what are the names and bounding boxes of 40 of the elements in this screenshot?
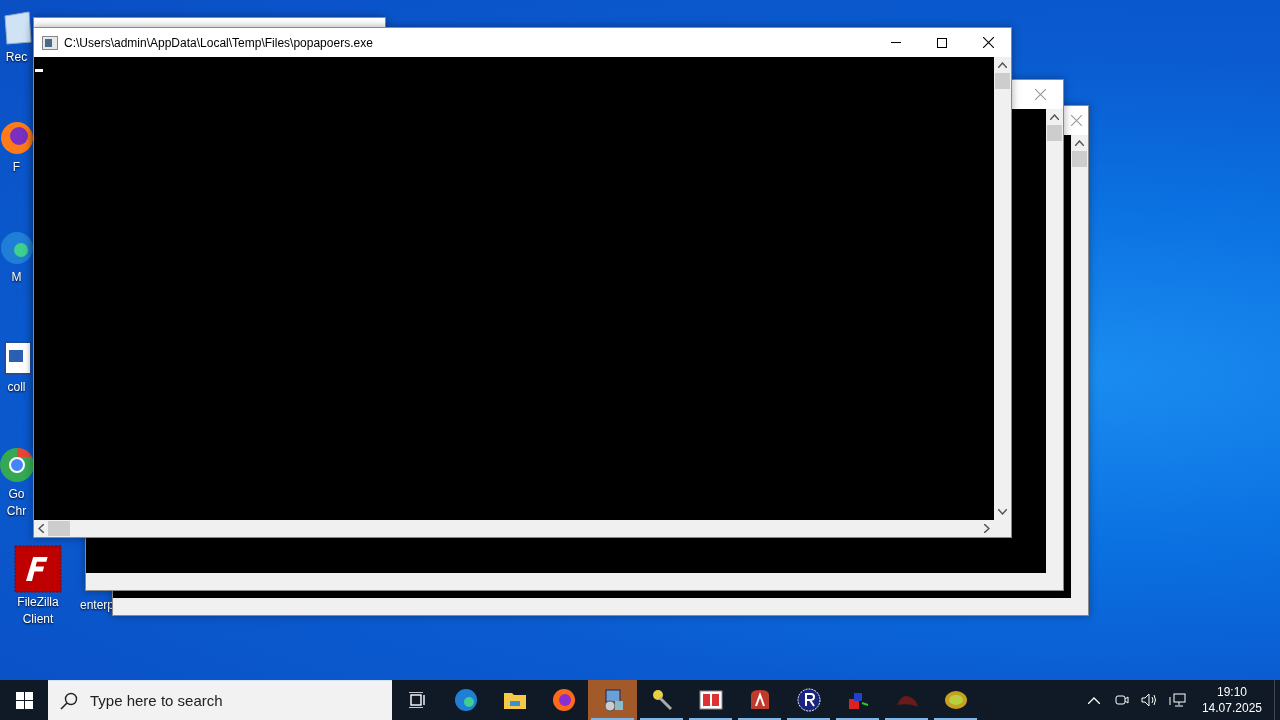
windows-logo-icon bbox=[15, 691, 33, 709]
console-app-icon bbox=[42, 35, 58, 50]
close-icon bbox=[1070, 115, 1082, 126]
icon-label: M bbox=[11, 270, 22, 285]
window-title: C:\Users\admin\AppData\Local\Temp\Files\popapoers.exe bbox=[64, 35, 374, 50]
scrollbar-thumb[interactable] bbox=[48, 521, 70, 536]
chevron-up-icon bbox=[1087, 696, 1100, 704]
clock[interactable]: 19:10 14.07.2025 bbox=[1193, 684, 1270, 716]
vertical-scrollbar[interactable] bbox=[1071, 135, 1088, 598]
speaker-icon bbox=[1141, 693, 1159, 707]
icon-label: FileZilla bbox=[17, 595, 59, 610]
scrollbar-thumb[interactable] bbox=[995, 73, 1010, 89]
search-input[interactable]: Type here to search bbox=[88, 691, 372, 710]
search-field[interactable]: Type here to search bbox=[48, 680, 392, 720]
icon-label: Chr bbox=[6, 504, 27, 519]
camera-icon bbox=[1114, 693, 1129, 707]
icon-label: Go bbox=[8, 487, 25, 502]
icon-label: Client bbox=[22, 612, 54, 627]
minimize-icon bbox=[891, 42, 901, 43]
firefox-icon bbox=[550, 687, 577, 713]
clock-time: 19:10 bbox=[1216, 684, 1247, 700]
scrollbar-thumb[interactable] bbox=[1072, 151, 1087, 167]
network-icon bbox=[1169, 692, 1187, 708]
icon-label: Rec bbox=[5, 50, 28, 65]
maximize-icon bbox=[937, 37, 947, 48]
horizontal-scrollbar[interactable] bbox=[113, 598, 1071, 615]
icon-label: F bbox=[12, 160, 21, 175]
horizontal-scrollbar[interactable] bbox=[34, 520, 994, 537]
clock-date: 14.07.2025 bbox=[1201, 700, 1262, 716]
task-view-icon bbox=[407, 692, 426, 708]
vertical-scrollbar[interactable] bbox=[994, 57, 1011, 520]
search-icon bbox=[60, 691, 78, 710]
scrollbar-thumb[interactable] bbox=[1047, 125, 1062, 141]
edge-icon bbox=[452, 687, 479, 713]
r-icon bbox=[795, 687, 822, 713]
horizontal-scrollbar[interactable] bbox=[86, 573, 1046, 590]
close-icon bbox=[982, 37, 994, 48]
icon-label: coll bbox=[7, 380, 26, 395]
vertical-scrollbar[interactable] bbox=[1046, 109, 1063, 573]
close-icon bbox=[1034, 89, 1046, 100]
